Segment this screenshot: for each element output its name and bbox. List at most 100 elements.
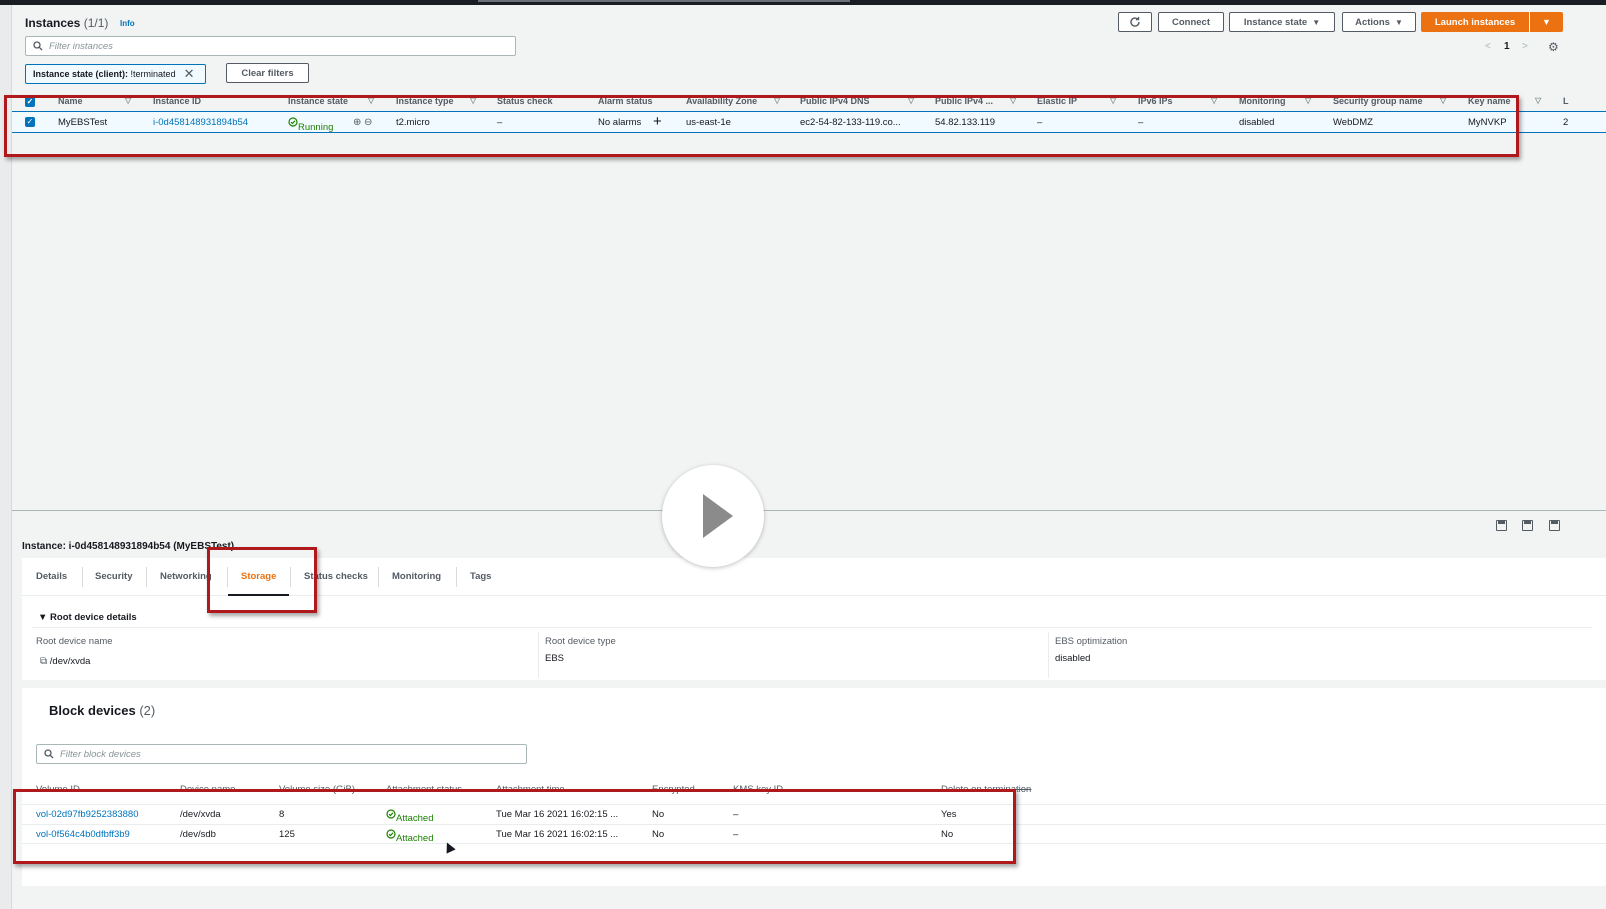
block-devices-title: Block devices (2) — [49, 703, 155, 718]
monitoring: disabled — [1239, 117, 1275, 128]
status-check: – — [497, 117, 503, 128]
encrypted: No — [652, 829, 665, 840]
volume-id-link[interactable]: vol-02d97fb9252383880 — [36, 809, 138, 820]
search-icon — [33, 41, 43, 51]
column-header[interactable]: Public IPv4 DNS — [800, 96, 870, 106]
block-devices-header: Volume ID Device name Volume size (GiB) … — [22, 784, 1606, 798]
caret-down-icon: ▼ — [1312, 17, 1321, 27]
play-icon[interactable] — [662, 465, 764, 567]
sort-icon[interactable]: ▽ — [1211, 96, 1217, 105]
column-header[interactable]: Security group name — [1333, 96, 1423, 106]
sort-icon[interactable]: ▽ — [368, 96, 374, 105]
column-header[interactable]: Instance state — [288, 96, 348, 106]
column-header[interactable]: L — [1563, 96, 1569, 106]
column-header[interactable]: Name — [58, 96, 83, 106]
filter-key: Instance state (client): — [33, 69, 129, 79]
sort-icon[interactable]: ▽ — [1535, 96, 1541, 105]
column-header[interactable]: Delete on termination — [941, 784, 1031, 795]
root-device-section-header[interactable]: ▼ Root device details — [38, 612, 137, 623]
refresh-button[interactable] — [1118, 12, 1152, 32]
refresh-icon — [1130, 17, 1140, 27]
column-header[interactable]: Monitoring — [1239, 96, 1286, 106]
tab-status-checks[interactable]: Status checks — [304, 571, 368, 582]
sort-icon[interactable]: ▽ — [1010, 96, 1016, 105]
settings-icon[interactable]: ⚙ — [1548, 40, 1559, 54]
sort-icon[interactable]: ▽ — [908, 96, 914, 105]
table-row[interactable]: ✓ MyEBSTest i-0d458148931894b54 Running … — [12, 111, 1606, 133]
sort-icon[interactable]: ▽ — [1440, 96, 1446, 105]
tab-networking[interactable]: Networking — [160, 571, 212, 582]
delete-on-termination: Yes — [941, 809, 957, 820]
section-gap — [22, 680, 1606, 688]
zoom-in-icon[interactable]: ⊕ — [353, 117, 361, 128]
elastic-ip: – — [1037, 117, 1043, 128]
info-link[interactable]: Info — [120, 19, 135, 28]
column-header[interactable]: Key name — [1468, 96, 1511, 106]
column-header[interactable]: Attachment time — [496, 784, 565, 795]
clear-filters-button[interactable]: Clear filters — [226, 63, 309, 83]
panel-bottom-icon[interactable] — [1496, 520, 1507, 531]
column-header[interactable]: Availability Zone — [686, 96, 757, 106]
previous-page-icon[interactable]: < — [1485, 41, 1491, 52]
sort-icon[interactable]: ▽ — [774, 96, 780, 105]
instance-name: MyEBSTest — [58, 117, 108, 128]
copy-icon[interactable]: ⧉ — [40, 656, 47, 667]
volume-id-link[interactable]: vol-0f564c4b0dfbff3b9 — [36, 829, 130, 840]
column-header[interactable]: IPv6 IPs — [1138, 96, 1173, 106]
tab-storage[interactable]: Storage — [241, 571, 276, 582]
table-row[interactable]: vol-02d97fb9252383880 /dev/xvda 8 Attach… — [22, 804, 1606, 824]
block-devices-search-input[interactable]: Filter block devices — [36, 744, 527, 764]
sort-icon[interactable]: ▽ — [1305, 96, 1311, 105]
check-circle-icon — [386, 829, 396, 839]
column-header[interactable]: Public IPv4 ... — [935, 96, 993, 106]
column-header[interactable]: Instance type — [396, 96, 454, 106]
clear-filters-label: Clear filters — [241, 67, 294, 79]
column-header[interactable]: Volume ID — [36, 784, 80, 795]
launch-label: Launch instances — [1434, 16, 1516, 28]
sort-icon[interactable]: ▽ — [125, 96, 131, 105]
caret-down-icon: ▼ — [38, 612, 48, 623]
zoom-out-icon[interactable]: ⊖ — [364, 117, 372, 128]
actions-button[interactable]: Actions ▼ — [1342, 12, 1416, 32]
filter-token[interactable]: Instance state (client): !terminated ✕ — [25, 64, 206, 84]
instances-search-input[interactable]: Filter instances — [25, 36, 516, 56]
page-number[interactable]: 1 — [1504, 41, 1510, 52]
tab-monitoring[interactable]: Monitoring — [392, 571, 441, 582]
column-header[interactable]: Volume size (GiB) — [279, 784, 355, 795]
column-header[interactable]: Device name — [180, 784, 235, 795]
tab-security[interactable]: Security — [95, 571, 133, 582]
attachment-status: Attached — [386, 809, 434, 824]
column-header[interactable]: Status check — [497, 96, 553, 106]
next-page-icon[interactable]: > — [1522, 41, 1528, 52]
row-checkbox[interactable]: ✓ — [25, 117, 35, 127]
table-row[interactable]: vol-0f564c4b0dfbff3b9 /dev/sdb 125 Attac… — [22, 824, 1606, 844]
security-group: WebDMZ — [1333, 117, 1373, 128]
column-header[interactable]: Alarm status — [598, 96, 653, 106]
sort-icon[interactable]: ▽ — [470, 96, 476, 105]
volume-size: 8 — [279, 809, 285, 820]
instance-state-button[interactable]: Instance state ▼ — [1229, 12, 1335, 32]
launch-instances-button[interactable]: Launch instances — [1421, 12, 1529, 32]
root-device-name-label: Root device name — [36, 636, 113, 647]
panel-middle-icon[interactable] — [1522, 520, 1533, 531]
instance-id-link[interactable]: i-0d458148931894b54 — [153, 117, 248, 128]
select-all-checkbox[interactable]: ✓ — [25, 97, 35, 107]
plus-icon[interactable]: + — [653, 113, 662, 130]
column-header[interactable]: Encrypted — [652, 784, 695, 795]
panel-full-icon[interactable] — [1549, 520, 1560, 531]
connect-button[interactable]: Connect — [1158, 12, 1224, 32]
column-header[interactable]: Elastic IP — [1037, 96, 1077, 106]
column-header[interactable]: KMS key ID — [733, 784, 783, 795]
tab-tags[interactable]: Tags — [470, 571, 491, 582]
column-header[interactable]: Attachment status — [386, 784, 462, 795]
launch-dropdown-button[interactable]: ▼ — [1529, 12, 1563, 32]
column-header[interactable]: Instance ID — [153, 96, 201, 106]
root-device-type-label: Root device type — [545, 636, 616, 647]
sort-icon[interactable]: ▽ — [1110, 96, 1116, 105]
kms-key-id: – — [733, 829, 739, 840]
delete-on-termination: No — [941, 829, 954, 840]
split-divider[interactable] — [12, 510, 1606, 511]
close-icon[interactable]: ✕ — [184, 66, 195, 82]
tab-details[interactable]: Details — [36, 571, 67, 582]
filter-token-text: Instance state (client): !terminated — [33, 69, 176, 79]
